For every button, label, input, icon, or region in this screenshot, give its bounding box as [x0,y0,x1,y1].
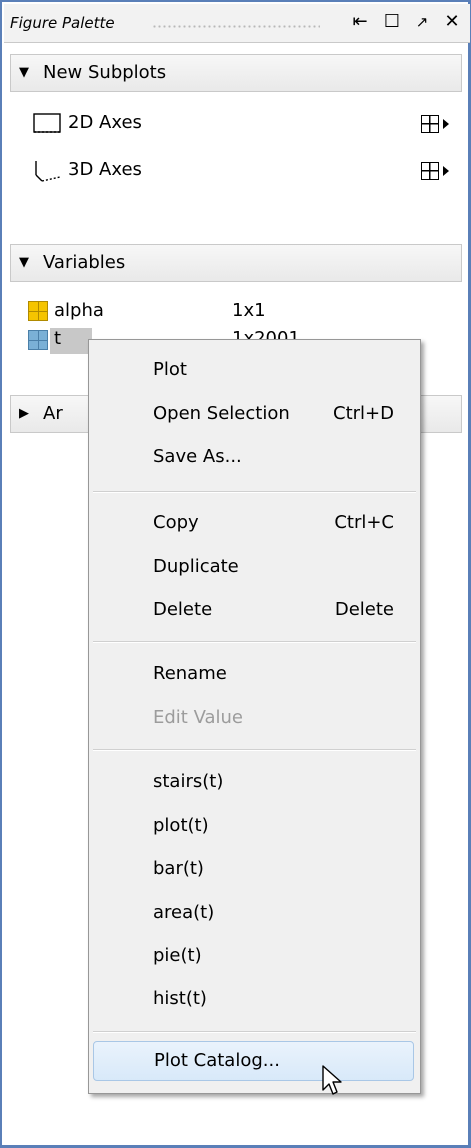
undock-icon[interactable]: ↗ [410,8,434,36]
matrix-variable-icon [28,301,48,321]
menu-item-copy[interactable]: Copy [153,512,199,533]
menu-item-open-selection[interactable]: Open Selection [153,403,290,424]
expanded-triangle-icon: ▼ [19,65,29,80]
menu-item-plot-t[interactable]: plot(t) [153,815,209,836]
shortcut-open-selection: Ctrl+D [333,403,394,424]
grid-layout-icon[interactable] [421,115,439,133]
variable-name: t [54,328,62,349]
variables-header[interactable]: ▼ Variables [10,244,462,282]
submenu-arrow-icon [443,166,449,176]
menu-item-save-as[interactable]: Save As... [153,446,242,467]
menu-separator [93,1031,416,1033]
subplot-label: 2D Axes [68,112,142,133]
drag-grip[interactable] [152,24,320,29]
grid-layout-icon[interactable] [421,162,439,180]
subplot-label: 3D Axes [68,159,142,180]
shortcut-copy: Ctrl+C [334,512,394,533]
new-subplots-header[interactable]: ▼ New Subplots [10,54,462,92]
new-subplots-label: New Subplots [43,62,167,83]
menu-item-edit-value: Edit Value [153,707,244,728]
menu-item-plot-catalog[interactable]: Plot Catalog... [93,1041,414,1081]
menu-item-duplicate[interactable]: Duplicate [153,556,239,577]
expanded-triangle-icon: ▼ [19,255,29,270]
matrix-variable-icon [28,330,48,350]
menu-item-rename[interactable]: Rename [153,663,227,684]
minimize-pin-icon[interactable]: ⇤ [348,8,372,36]
variable-name: alpha [54,300,104,321]
subplot-2d-axes[interactable]: 2D Axes [32,110,452,140]
variable-size: 1x1 [232,300,266,321]
palette-titlebar[interactable]: Figure Palette ⇤ ☐ ↗ ✕ [4,4,470,43]
maximize-icon[interactable]: ☐ [380,8,404,36]
variable-context-menu: Plot Open Selection Ctrl+D Save As... Co… [88,339,421,1094]
variables-label: Variables [43,252,126,273]
mouse-pointer-icon [322,1065,342,1095]
variable-row-alpha[interactable]: alpha 1x1 [28,300,448,326]
menu-item-pie[interactable]: pie(t) [153,945,202,966]
menu-item-bar[interactable]: bar(t) [153,858,204,879]
submenu-arrow-icon [443,119,449,129]
menu-item-hist[interactable]: hist(t) [153,988,207,1009]
menu-separator [93,491,416,493]
collapsed-triangle-icon: ▶ [19,406,29,421]
palette-title: Figure Palette [10,14,115,32]
axes-2d-icon [33,113,61,133]
menu-item-area[interactable]: area(t) [153,902,214,923]
axes-3d-icon [35,161,61,182]
figure-palette-panel: Figure Palette ⇤ ☐ ↗ ✕ ▼ New Subplots 2D… [0,0,471,1148]
plot-catalog-label: Plot Catalog... [154,1050,280,1071]
shortcut-delete: Delete [334,599,394,620]
menu-item-stairs[interactable]: stairs(t) [153,771,223,792]
menu-separator [93,641,416,643]
menu-separator [93,749,416,751]
annotations-label: Ar [43,403,63,424]
menu-item-plot[interactable]: Plot [153,359,187,380]
subplot-3d-axes[interactable]: 3D Axes [32,157,452,187]
close-icon[interactable]: ✕ [440,8,464,36]
menu-item-delete[interactable]: Delete [153,599,212,620]
